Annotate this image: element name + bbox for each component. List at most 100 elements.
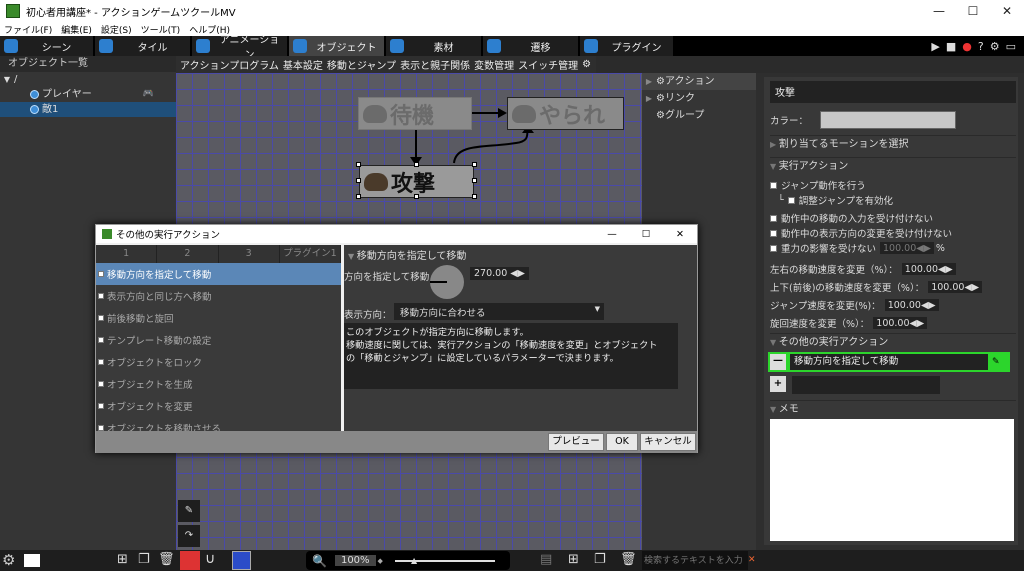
window-icon[interactable]: ▭ [1006, 40, 1016, 53]
assign-motion-section[interactable]: ▶ 割り当てるモーションを選択 [770, 135, 1016, 153]
zoom-level[interactable]: 100% [334, 555, 376, 566]
copy-action-icon[interactable]: ❐ [594, 552, 606, 567]
clear-search-icon[interactable]: ✕ [748, 555, 756, 565]
list-item[interactable]: オブジェクトをロック [96, 351, 341, 373]
subtab-basic[interactable]: 基本設定 [283, 57, 323, 72]
cancel-button[interactable]: キャンセル [640, 433, 696, 451]
pen-icon[interactable]: ✎ [178, 500, 200, 522]
close-button[interactable]: ✕ [990, 4, 1024, 18]
exec-action-section[interactable]: ▼ 実行アクション [770, 157, 1016, 175]
list-item-link[interactable]: ▶ ⚙ リンク [642, 90, 756, 107]
direction-input[interactable]: 270.00 ◀▶ [470, 267, 529, 280]
menu-file[interactable]: ファイル(F) [4, 23, 52, 36]
tab-material[interactable]: 素材 [386, 36, 483, 56]
list-item[interactable]: オブジェクトを生成 [96, 373, 341, 395]
tree-item-player[interactable]: プレイヤー 🎮 [0, 87, 176, 102]
dialog-tab-2[interactable]: 2 [157, 245, 219, 263]
resize-handle[interactable] [414, 194, 419, 199]
action-name-field[interactable]: 攻撃 [770, 81, 1016, 103]
trash-action-icon[interactable]: 🗑 [620, 552, 637, 567]
list-item-action[interactable]: ▶ ⚙ アクション [642, 73, 756, 90]
other-exec-section[interactable]: ▼ その他の実行アクション [770, 333, 1016, 351]
no-move-input-checkbox[interactable] [770, 214, 777, 222]
dialog-tab-plugin1[interactable]: プラグイン1 [280, 245, 341, 263]
dialog-minimize-button[interactable]: — [595, 229, 629, 240]
color-swatch[interactable] [820, 111, 957, 129]
adjust-jump-checkbox[interactable] [787, 196, 795, 204]
resize-handle[interactable] [472, 162, 477, 167]
help-icon[interactable]: ? [978, 40, 984, 53]
subtab-move-jump[interactable]: 移動とジャンプ [327, 57, 396, 72]
remove-button[interactable]: — [770, 354, 786, 370]
memo-section[interactable]: ▼ メモ [770, 400, 1016, 418]
record-icon[interactable]: ● [962, 40, 972, 53]
tree-item-enemy1[interactable]: 敵1 [0, 102, 176, 117]
zoom-arrows-icon[interactable]: ◆ [378, 557, 383, 565]
magnet-icon[interactable]: ∪ [205, 551, 215, 567]
menu-edit[interactable]: 編集(E) [61, 23, 92, 36]
trash-icon[interactable]: 🗑 [158, 552, 175, 567]
resize-handle[interactable] [356, 194, 361, 199]
add-button[interactable]: + [770, 376, 786, 392]
collapse-icon[interactable]: ▼ [0, 72, 14, 87]
gear-icon[interactable]: ⚙ [582, 59, 591, 70]
no-dir-change-checkbox[interactable] [770, 229, 777, 237]
search-input[interactable] [642, 551, 748, 570]
rot-speed-input[interactable]: 100.00 ◀▶ [873, 317, 928, 329]
checkbox-checked[interactable] [98, 271, 104, 277]
jump-speed-input[interactable]: 100.00 ◀▶ [884, 299, 939, 311]
preview-button[interactable]: プレビュー [548, 433, 604, 451]
resize-handle[interactable] [414, 162, 419, 167]
ud-speed-input[interactable]: 100.00 ◀▶ [928, 281, 983, 293]
state-node-idle[interactable]: 待機 [358, 97, 472, 130]
display-direction-select[interactable]: 移動方向に合わせる ▼ [394, 303, 604, 320]
ok-button[interactable]: OK [606, 433, 638, 451]
layer-icon[interactable]: ▤ [540, 552, 552, 567]
no-dir-change-row[interactable]: 動作中の表示方向の変更を受け付けない [770, 226, 952, 240]
list-item[interactable]: 前後移動と旋回 [96, 307, 341, 329]
memo-textarea[interactable] [770, 419, 1014, 541]
dialog-close-button[interactable]: ✕ [663, 229, 697, 240]
window-icon[interactable] [24, 554, 40, 567]
add-action-icon[interactable]: ⊞ [568, 552, 579, 567]
no-move-input-row[interactable]: 動作中の移動の入力を受け付けない [770, 211, 933, 225]
resize-handle[interactable] [356, 162, 361, 167]
dialog-tab-3[interactable]: 3 [219, 245, 280, 263]
tab-transition[interactable]: 遷移 [483, 36, 580, 56]
jump-checkbox-row[interactable]: ジャンプ動作を行う [770, 178, 866, 192]
maximize-button[interactable]: ☐ [956, 4, 990, 18]
gravity-input[interactable]: 100.00 ◀▶ [880, 242, 934, 254]
tab-plugin[interactable]: プラグイン [580, 36, 675, 56]
minimize-button[interactable]: — [922, 4, 956, 18]
subtab-variables[interactable]: 変数管理 [474, 57, 514, 72]
tab-tile[interactable]: タイル [95, 36, 192, 56]
play-icon[interactable]: ▶ [931, 40, 939, 53]
list-item[interactable]: 移動方向を指定して移動 [96, 263, 341, 285]
tab-animation[interactable]: アニメーション [192, 35, 289, 61]
tab-scene[interactable]: シーン [0, 36, 95, 56]
resize-handle[interactable] [472, 178, 477, 183]
list-item[interactable]: オブジェクトを変更 [96, 395, 341, 417]
add-object-icon[interactable]: ⊞ [117, 552, 128, 567]
subtab-switches[interactable]: スイッチ管理 [518, 57, 578, 72]
zoom-slider[interactable]: ▲ [394, 556, 495, 565]
gear-icon[interactable]: ⚙ [2, 551, 15, 569]
stop-icon[interactable]: ■ [946, 40, 956, 53]
eraser-icon[interactable] [180, 551, 200, 570]
lr-speed-input[interactable]: 100.00 ◀▶ [901, 263, 956, 275]
no-gravity-checkbox[interactable] [770, 244, 777, 252]
gear-icon[interactable]: ⚙ [990, 40, 1000, 53]
other-action-item[interactable]: — 移動方向を指定して移動 ✎ [768, 352, 1010, 372]
tab-object[interactable]: オブジェクト [289, 36, 386, 56]
resize-handle[interactable] [356, 178, 361, 183]
direction-dial[interactable] [430, 265, 464, 299]
copy-icon[interactable]: ❐ [138, 552, 150, 567]
no-gravity-row[interactable]: 重力の影響を受けない 100.00 ◀▶% [770, 241, 945, 255]
adjust-jump-row[interactable]: └ 調整ジャンプを有効化 [778, 193, 893, 208]
list-item[interactable]: 表示方向と同じ方へ移動 [96, 285, 341, 307]
dialog-maximize-button[interactable]: ☐ [629, 229, 663, 240]
list-item[interactable]: オブジェクトを移動させる [96, 417, 341, 431]
link-tool-icon[interactable]: ↷ [178, 525, 200, 547]
subtab-action-program[interactable]: アクションプログラム [180, 57, 279, 72]
edit-icon[interactable]: ✎ [992, 357, 1010, 367]
